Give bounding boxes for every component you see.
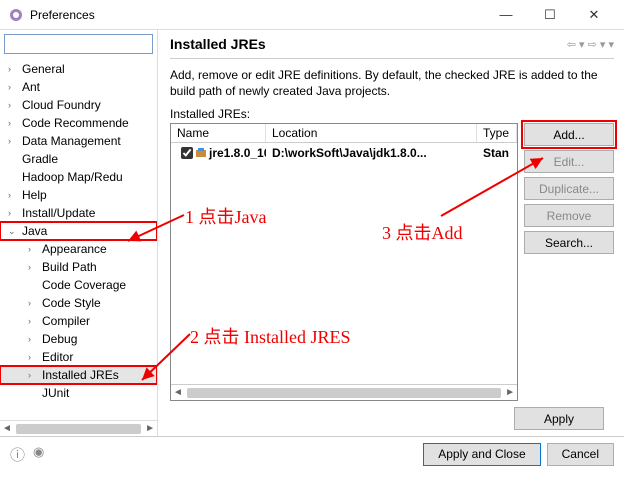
search-button[interactable]: Search... <box>524 231 614 254</box>
apply-button[interactable]: Apply <box>514 407 604 430</box>
duplicate-button: Duplicate... <box>524 177 614 200</box>
page-nav-icons[interactable]: ⇦ ▾ ⇨ ▾ ▾ <box>567 38 614 51</box>
tree-item-label: Debug <box>42 332 77 346</box>
maximize-button[interactable]: ☐ <box>528 1 572 29</box>
jre-checkbox[interactable] <box>181 147 193 159</box>
column-location[interactable]: Location <box>266 124 477 142</box>
tree-item-label: Gradle <box>22 152 58 166</box>
tree-item-cloud-foundry[interactable]: › Cloud Foundry <box>0 96 157 114</box>
tree-item-gradle[interactable]: Gradle <box>0 150 157 168</box>
tree-item-code-style[interactable]: › Code Style <box>0 294 157 312</box>
tree-item-label: Ant <box>22 80 40 94</box>
tree-item-label: Hadoop Map/Redu <box>22 170 123 184</box>
page-title: Installed JREs <box>170 36 567 52</box>
chevron-right-icon: › <box>8 100 18 110</box>
chevron-right-icon: › <box>28 334 38 344</box>
chevron-right-icon: › <box>28 370 38 380</box>
import-export-icon[interactable]: ◉ <box>33 444 44 465</box>
tree-item-installed-jres[interactable]: › Installed JREs <box>0 366 157 384</box>
tree-item-label: Code Coverage <box>42 278 126 292</box>
tree-item-hadoop-map-redu[interactable]: Hadoop Map/Redu <box>0 168 157 186</box>
page-description: Add, remove or edit JRE definitions. By … <box>170 67 614 99</box>
minimize-button[interactable]: — <box>484 1 528 29</box>
tree-item-label: Install/Update <box>22 206 95 220</box>
tree-item-label: Code Recommende <box>22 116 129 130</box>
tree-item-code-coverage[interactable]: Code Coverage <box>0 276 157 294</box>
tree-item-editor[interactable]: › Editor <box>0 348 157 366</box>
remove-button: Remove <box>524 204 614 227</box>
column-name[interactable]: Name <box>171 124 266 142</box>
tree-item-java[interactable]: ⌄ Java <box>0 222 157 240</box>
jre-icon <box>195 147 207 159</box>
tree-item-label: Java <box>22 224 47 238</box>
cancel-button[interactable]: Cancel <box>547 443 614 466</box>
tree-item-general[interactable]: › General <box>0 60 157 78</box>
tree-item-build-path[interactable]: › Build Path <box>0 258 157 276</box>
tree-item-appearance[interactable]: › Appearance <box>0 240 157 258</box>
chevron-right-icon: › <box>28 262 38 272</box>
add-button[interactable]: Add... <box>524 123 614 146</box>
help-icon[interactable]: ⓘ <box>10 444 25 465</box>
tree-item-label: Code Style <box>42 296 101 310</box>
filter-input[interactable] <box>4 34 153 54</box>
chevron-right-icon: › <box>8 136 18 146</box>
window-title: Preferences <box>30 8 484 22</box>
chevron-down-icon: ⌄ <box>8 226 18 237</box>
tree-item-data-management[interactable]: › Data Management <box>0 132 157 150</box>
close-button[interactable]: ✕ <box>572 1 616 29</box>
jre-type: Stan <box>477 144 517 162</box>
tree-item-label: Installed JREs <box>42 368 119 382</box>
tree-item-label: Cloud Foundry <box>22 98 101 112</box>
chevron-right-icon: › <box>28 352 38 362</box>
tree-item-label: General <box>22 62 65 76</box>
sidebar: › General › Ant › Cloud Foundry › Code Recommen… <box>0 30 158 436</box>
tree-item-compiler[interactable]: › Compiler <box>0 312 157 330</box>
jre-location: D:\workSoft\Java\jdk1.8.0... <box>266 144 477 162</box>
sidebar-scrollbar[interactable]: ◄► <box>0 420 157 436</box>
tree-item-label: Help <box>22 188 47 202</box>
app-icon <box>8 7 24 23</box>
column-type[interactable]: Type <box>477 124 517 142</box>
tree-item-label: Editor <box>42 350 73 364</box>
chevron-right-icon: › <box>28 316 38 326</box>
chevron-right-icon: › <box>8 118 18 128</box>
chevron-right-icon: › <box>8 82 18 92</box>
table-row[interactable]: jre1.8.0_10...D:\workSoft\Java\jdk1.8.0.… <box>171 143 517 162</box>
tree-item-label: Data Management <box>22 134 121 148</box>
tree-item-debug[interactable]: › Debug <box>0 330 157 348</box>
tree-item-junit[interactable]: JUnit <box>0 384 157 402</box>
chevron-right-icon: › <box>28 298 38 308</box>
table-scrollbar[interactable]: ◄► <box>171 384 517 400</box>
tree-item-label: Build Path <box>42 260 97 274</box>
tree-item-help[interactable]: › Help <box>0 186 157 204</box>
main-panel: Installed JREs ⇦ ▾ ⇨ ▾ ▾ Add, remove or … <box>158 30 624 436</box>
chevron-right-icon: › <box>8 208 18 218</box>
tree-item-ant[interactable]: › Ant <box>0 78 157 96</box>
jre-table[interactable]: Name Location Type jre1.8.0_10...D:\work… <box>170 123 518 401</box>
dialog-button-bar: ⓘ ◉ Apply and Close Cancel <box>0 436 624 471</box>
preference-tree[interactable]: › General › Ant › Cloud Foundry › Code Recommen… <box>0 58 157 420</box>
edit-button: Edit... <box>524 150 614 173</box>
tree-item-install-update[interactable]: › Install/Update <box>0 204 157 222</box>
chevron-right-icon: › <box>8 64 18 74</box>
tree-item-code-recommende[interactable]: › Code Recommende <box>0 114 157 132</box>
titlebar: Preferences — ☐ ✕ <box>0 0 624 30</box>
tree-item-label: Appearance <box>42 242 107 256</box>
chevron-right-icon: › <box>8 190 18 200</box>
apply-and-close-button[interactable]: Apply and Close <box>423 443 540 466</box>
tree-item-label: Compiler <box>42 314 90 328</box>
jre-name: jre1.8.0_10... <box>209 146 266 160</box>
list-label: Installed JREs: <box>170 107 614 121</box>
tree-item-label: JUnit <box>42 386 69 400</box>
chevron-right-icon: › <box>28 244 38 254</box>
